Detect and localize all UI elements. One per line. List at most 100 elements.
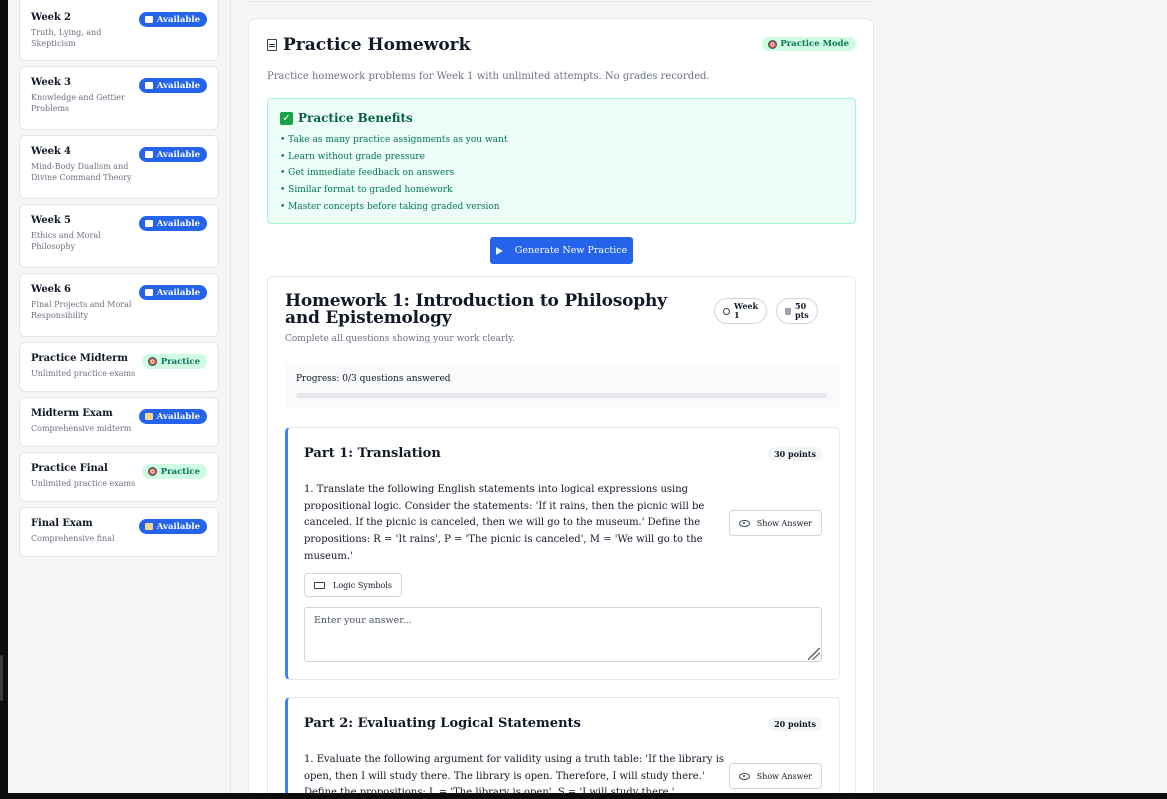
practice-benefits-box: ✓ Practice Benefits • Take as many pract… bbox=[267, 98, 856, 224]
benefits-heading: ✓ Practice Benefits bbox=[280, 111, 843, 125]
sidebar-item-subtitle: Ethics and Moral Philosophy bbox=[31, 231, 101, 251]
eye-icon bbox=[738, 772, 750, 780]
target-icon bbox=[147, 357, 157, 366]
benefits-title: Practice Benefits bbox=[298, 111, 413, 125]
part-title: Part 1: Translation bbox=[304, 446, 441, 461]
points-pill: 50 pts bbox=[776, 298, 818, 324]
available-badge: Available bbox=[138, 409, 207, 424]
show-answer-button[interactable]: Show Answer bbox=[728, 763, 822, 789]
points-icon bbox=[785, 307, 791, 315]
question-text: 1. Translate the following English state… bbox=[304, 484, 705, 562]
sidebar-item[interactable]: Midterm Exam Comprehensive midterm Availab… bbox=[19, 397, 219, 447]
progress-box: Progress: 0/3 questions answered bbox=[285, 363, 840, 409]
sidebar-item[interactable]: Week 3 Knowledge and Gettier Problems Avai… bbox=[19, 66, 219, 130]
week-pill: Week 1 bbox=[714, 298, 767, 324]
generate-label: Generate New Practice bbox=[514, 245, 628, 256]
benefit-item: • Get immediate feedback on answers bbox=[280, 168, 455, 179]
homework-card: Homework 1: Introduction to Philosophy a… bbox=[267, 276, 856, 793]
badge-label: Available bbox=[156, 521, 200, 532]
sidebar-item[interactable]: Practice Midterm Unlimited practice exams… bbox=[19, 342, 219, 392]
badge-label: Available bbox=[156, 80, 200, 91]
answer-placeholder: Enter your answer... bbox=[314, 615, 412, 626]
target-icon bbox=[147, 467, 157, 476]
homework-title: Homework 1: Introduction to Philosophy a… bbox=[285, 291, 667, 328]
sidebar-item[interactable]: Final Exam Comprehensive final Available bbox=[19, 507, 219, 557]
window-edge-handle bbox=[0, 655, 3, 701]
play-icon bbox=[495, 246, 503, 255]
main-content: Practice Homework Practice Mode Practice… bbox=[232, 0, 1167, 793]
sidebar-item-subtitle: Truth, Lying, and Skepticism bbox=[31, 28, 102, 48]
app-window: Week 2 Truth, Lying, and Skepticism Availa… bbox=[8, 0, 1167, 793]
part-title: Part 2: Evaluating Logical Statements bbox=[304, 716, 581, 731]
sidebar-item-subtitle: Final Projects and Moral Responsibility bbox=[31, 300, 132, 320]
benefit-item: • Master concepts before taking graded v… bbox=[280, 201, 500, 212]
clock-icon bbox=[723, 307, 730, 315]
available-badge: Available bbox=[138, 78, 207, 93]
sidebar-item[interactable]: Week 6 Final Projects and Moral Responsib… bbox=[19, 273, 219, 337]
part-points-badge: 30 points bbox=[768, 447, 822, 461]
progress-bar bbox=[296, 393, 827, 398]
sidebar-item-subtitle: Comprehensive midterm bbox=[31, 424, 132, 433]
sidebar-item-subtitle: Comprehensive final bbox=[31, 534, 115, 543]
show-answer-label: Show Answer bbox=[756, 771, 812, 781]
panel-description: Practice homework problems for Week 1 wi… bbox=[267, 71, 710, 82]
sidebar-item[interactable]: Practice Final Unlimited practice exams Pr… bbox=[19, 452, 219, 502]
panel-title: Practice Homework bbox=[267, 35, 470, 55]
sidebar-item-subtitle: Knowledge and Gettier Problems bbox=[31, 93, 125, 113]
sidebar-item-subtitle: Unlimited practice exams bbox=[31, 369, 136, 378]
book-icon bbox=[144, 82, 153, 89]
exam-icon bbox=[144, 523, 153, 530]
show-answer-button[interactable]: Show Answer bbox=[728, 510, 822, 536]
available-badge: Available bbox=[138, 285, 207, 300]
resize-handle[interactable] bbox=[808, 648, 820, 660]
available-badge: Available bbox=[138, 216, 207, 231]
available-badge: Available bbox=[138, 519, 207, 534]
part-points-badge: 20 points bbox=[768, 717, 822, 731]
previous-card-edge bbox=[248, 0, 874, 2]
panel-title-text: Practice Homework bbox=[283, 35, 471, 55]
sidebar-item-subtitle: Unlimited practice exams bbox=[31, 479, 136, 488]
benefit-item: • Take as many practice assignments as y… bbox=[280, 135, 508, 145]
question-text: 1. Evaluate the following argument for v… bbox=[304, 754, 725, 793]
eye-icon bbox=[738, 519, 750, 527]
logic-symbols-button[interactable]: Logic Symbols bbox=[304, 573, 403, 597]
benefit-item: • Learn without grade pressure bbox=[280, 151, 425, 162]
badge-label: Available bbox=[156, 411, 200, 422]
exam-icon bbox=[144, 413, 153, 420]
part-1-card: Part 1: Translation 30 points 1. Transla… bbox=[285, 427, 840, 680]
badge-label: Available bbox=[156, 218, 200, 229]
practice-mode-label: Practice Mode bbox=[780, 39, 849, 49]
generate-new-practice-button[interactable]: Generate New Practice bbox=[490, 237, 633, 264]
document-icon bbox=[267, 39, 277, 51]
homework-subtitle: Complete all questions showing your work… bbox=[285, 334, 515, 344]
benefit-item: • Similar format to graded homework bbox=[280, 185, 453, 196]
badge-label: Available bbox=[156, 287, 200, 298]
sidebar-item[interactable]: Week 4 Mind-Body Dualism and Divine Comma… bbox=[19, 135, 219, 199]
sidebar-item[interactable]: Week 5 Ethics and Moral Philosophy Availab… bbox=[19, 204, 219, 268]
points-pill-text: 50 pts bbox=[795, 301, 809, 320]
badge-label: Available bbox=[156, 14, 200, 25]
badge-label: Practice bbox=[160, 356, 200, 367]
sidebar-item-subtitle: Mind-Body Dualism and Divine Command The… bbox=[31, 162, 132, 182]
practice-mode-badge: Practice Mode bbox=[762, 37, 856, 51]
target-icon bbox=[768, 39, 778, 49]
practice-badge: Practice bbox=[141, 464, 207, 479]
available-badge: Available bbox=[138, 12, 207, 27]
book-icon bbox=[144, 151, 153, 158]
available-badge: Available bbox=[138, 147, 207, 162]
progress-text: Progress: 0/3 questions answered bbox=[296, 374, 451, 384]
book-icon bbox=[144, 220, 153, 227]
checkmark-icon: ✓ bbox=[280, 111, 293, 125]
part-2-card: Part 2: Evaluating Logical Statements 20… bbox=[285, 697, 840, 793]
show-answer-label: Show Answer bbox=[756, 518, 812, 528]
sidebar-item[interactable]: Week 2 Truth, Lying, and Skepticism Availa… bbox=[19, 0, 219, 61]
badge-label: Available bbox=[156, 149, 200, 160]
week-pill-text: Week 1 bbox=[734, 301, 759, 320]
answer-textarea[interactable]: Enter your answer... bbox=[304, 607, 822, 662]
practice-badge: Practice bbox=[141, 354, 207, 369]
logic-symbols-label: Logic Symbols bbox=[333, 580, 393, 590]
sidebar: Week 2 Truth, Lying, and Skepticism Availa… bbox=[8, 0, 231, 793]
book-icon bbox=[144, 289, 153, 296]
badge-label: Practice bbox=[160, 466, 200, 477]
keyboard-icon bbox=[314, 581, 325, 589]
